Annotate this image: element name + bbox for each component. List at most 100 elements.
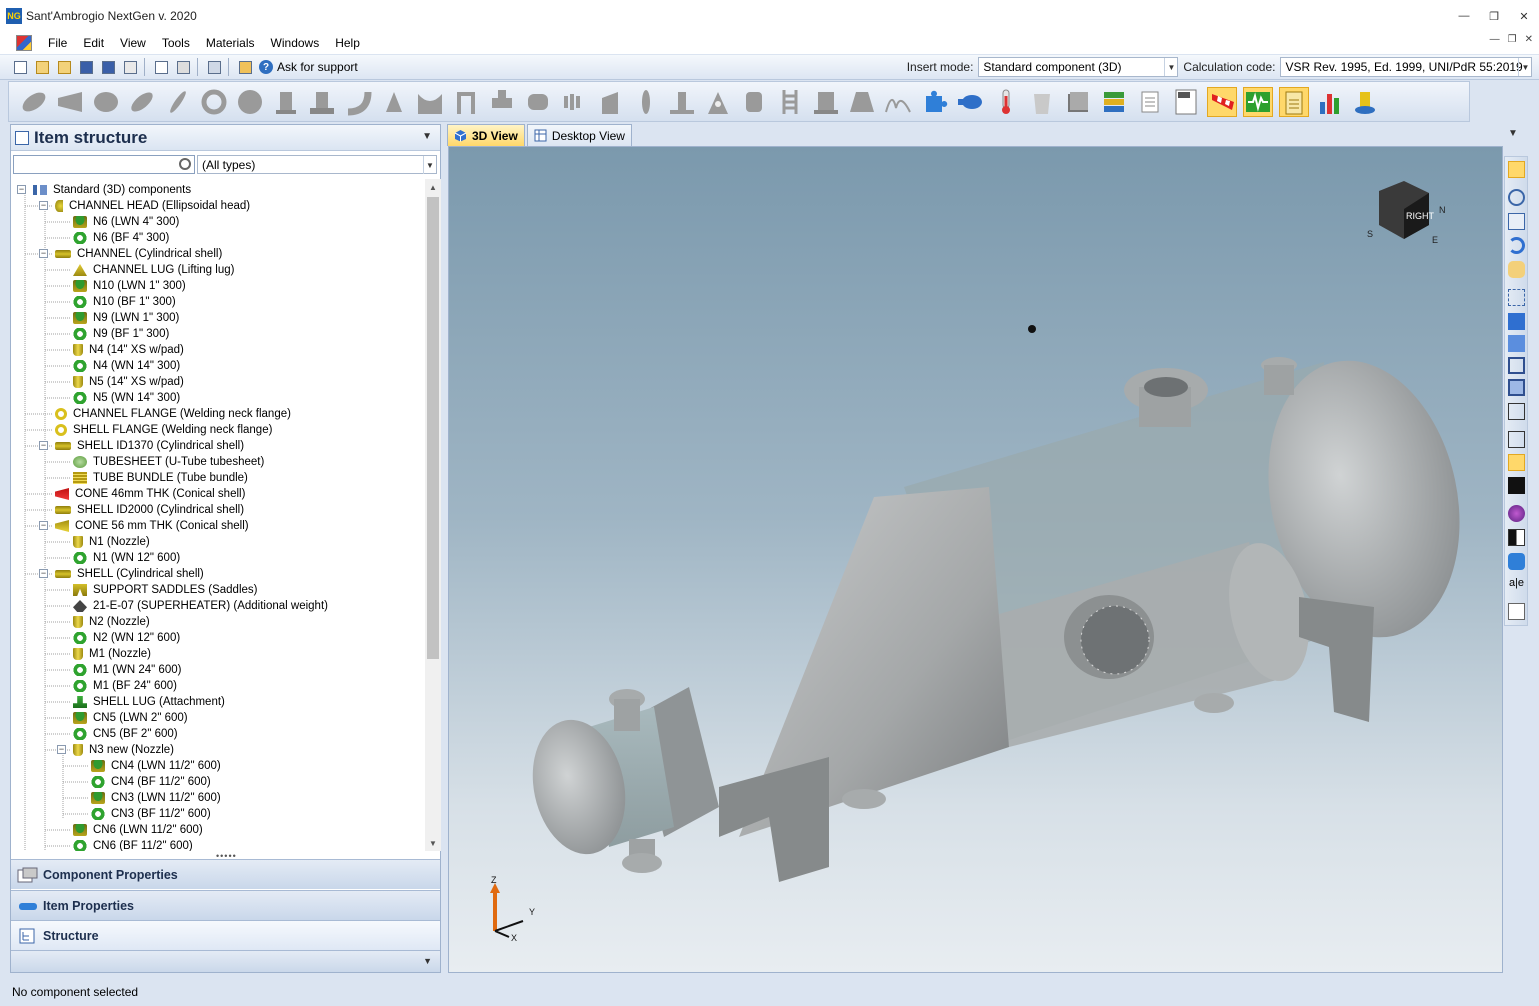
flat-head-icon[interactable] [163,87,193,117]
tree-item[interactable]: CONE 56 mm THK (Conical shell) [55,518,249,534]
tree-item[interactable]: M1 (BF 24" 600) [73,678,177,694]
menu-windows[interactable]: Windows [263,36,328,50]
menu-view[interactable]: View [112,36,154,50]
save-all-icon[interactable] [99,58,118,77]
books-stack-icon[interactable] [1099,87,1129,117]
menu-file[interactable]: File [40,36,75,50]
print-preview-icon[interactable] [152,58,171,77]
tree-item[interactable]: N4 (14" XS w/pad) [73,342,184,358]
tree-item[interactable]: CHANNEL LUG (Lifting lug) [73,262,234,278]
cylindrical-shell-icon[interactable] [19,87,49,117]
tree-scrollbar[interactable]: ▲ ▼ [425,179,441,851]
lifting-lug-icon[interactable] [703,87,733,117]
tree-item[interactable]: SUPPORT SADDLES (Saddles) [73,582,257,598]
select-pointer-icon[interactable] [1508,161,1525,178]
calculation-code-select[interactable]: VSR Rev. 1995, Ed. 1999, UNI/PdR 55:2019… [1280,57,1533,77]
open-recent-icon[interactable] [33,58,52,77]
menu-help[interactable]: Help [327,36,368,50]
tree-collapse-toggle[interactable]: − [57,745,66,754]
settings-tools-icon[interactable] [236,58,255,77]
fit-all-icon[interactable] [1508,289,1525,306]
tab-3d-view[interactable]: 3D View [447,124,525,146]
tree-item[interactable]: SHELL FLANGE (Welding neck flange) [55,422,272,438]
tree-item[interactable]: SHELL LUG (Attachment) [73,694,225,710]
calculator-icon[interactable] [205,58,224,77]
cylinder-3d-icon[interactable] [1351,87,1381,117]
ladder-icon[interactable] [775,87,805,117]
label-text-icon[interactable]: a|e [1508,577,1525,594]
tree-collapse-toggle[interactable]: − [39,249,48,258]
nozzle-icon[interactable] [271,87,301,117]
tree-item[interactable]: N10 (BF 1" 300) [73,294,176,310]
wireframe-icon[interactable] [1508,431,1525,448]
saddle-icon[interactable] [415,87,445,117]
tree-search-input[interactable] [13,155,195,174]
save-as-icon[interactable] [121,58,140,77]
checklist-icon[interactable] [1135,87,1165,117]
nav-structure[interactable]: Structure [11,920,440,950]
tree-item[interactable]: CHANNEL (Cylindrical shell) [55,246,222,262]
support-column-icon[interactable] [667,87,697,117]
insert-mode-select[interactable]: Standard component (3D) ▼ [978,57,1179,77]
lens-icon[interactable] [631,87,661,117]
reinforcement-icon[interactable] [379,87,409,117]
tree-item[interactable]: N1 (WN 12" 600) [73,550,180,566]
tree-item[interactable]: N1 (Nozzle) [73,534,150,550]
cad-drawing-icon[interactable] [1171,87,1201,117]
bucket-icon[interactable] [1027,87,1057,117]
elbow-icon[interactable] [343,87,373,117]
tree-collapse-toggle[interactable]: − [39,569,48,578]
tree-item[interactable]: 21-E-07 (SUPERHEATER) (Additional weight… [73,598,328,614]
tree-item[interactable]: M1 (Nozzle) [73,646,151,662]
tree-item[interactable]: CN3 (LWN 11/2" 600) [91,790,221,806]
solid-cube-icon[interactable] [1508,477,1525,494]
tree-item[interactable]: SHELL ID1370 (Cylindrical shell) [55,438,244,454]
clipboard-icon[interactable] [1508,603,1525,620]
spectrum-icon[interactable] [883,87,913,117]
tree-item[interactable]: CN4 (BF 11/2" 600) [91,774,211,790]
sphere-icon[interactable] [235,87,265,117]
conical-shell-icon[interactable] [55,87,85,117]
tree-item[interactable]: N5 (14" XS w/pad) [73,374,184,390]
nav-component-properties[interactable]: Component Properties [11,859,440,889]
tab-desktop-view[interactable]: Desktop View [526,124,632,146]
scroll-down-icon[interactable]: ▼ [425,835,441,851]
tree-item[interactable]: N6 (BF 4" 300) [73,230,169,246]
tree-item[interactable]: CN4 (LWN 11/2" 600) [91,758,221,774]
seismic-monitor-icon[interactable] [1243,86,1273,117]
side-view-icon[interactable] [1508,379,1525,396]
tree-collapse-toggle[interactable]: − [17,185,26,194]
tree-item[interactable]: TUBESHEET (U-Tube tubesheet) [73,454,264,470]
child-close-icon[interactable]: ✕ [1525,34,1533,45]
bar-chart-icon[interactable] [1315,87,1345,117]
clipboard-report-icon[interactable] [1279,86,1309,117]
menu-materials[interactable]: Materials [198,36,263,50]
tree-item[interactable]: CN6 (BF 11/2" 600) [73,838,193,851]
rotate-icon[interactable] [1508,237,1525,254]
jacket-icon[interactable] [523,87,553,117]
ring-flange-icon[interactable] [199,87,229,117]
3d-viewport[interactable]: RIGHT S E N Z Y X [448,146,1503,973]
tree-item[interactable]: CHANNEL FLANGE (Welding neck flange) [55,406,291,422]
tree-item[interactable]: CN3 (BF 11/2" 600) [91,806,211,822]
type-filter-select[interactable]: (All types) ▼ [197,155,437,174]
tree-item[interactable]: Standard (3D) components [33,182,191,198]
front-view-icon[interactable] [1508,335,1525,352]
tree-collapse-toggle[interactable]: − [39,201,48,210]
print-icon[interactable] [174,58,193,77]
zoom-window-icon[interactable] [1508,213,1525,230]
menu-edit[interactable]: Edit [75,36,112,50]
thermometer-icon[interactable] [991,87,1021,117]
tree-item[interactable]: CN6 (LWN 11/2" 600) [73,822,203,838]
open-folder-icon[interactable] [55,58,74,77]
scroll-up-icon[interactable]: ▲ [425,179,441,195]
iso-view-icon[interactable] [1508,313,1525,330]
view-cube[interactable]: RIGHT S E N [1359,177,1469,257]
contrast-icon[interactable] [1508,529,1525,546]
tree-item[interactable]: N5 (WN 14" 300) [73,390,180,406]
tree-item[interactable]: N3 new (Nozzle) [73,742,174,758]
water-level-icon[interactable] [1508,553,1525,570]
pump-icon[interactable] [955,87,985,117]
tree-item[interactable]: SHELL (Cylindrical shell) [55,566,204,582]
tree-collapse-toggle[interactable]: − [39,441,48,450]
